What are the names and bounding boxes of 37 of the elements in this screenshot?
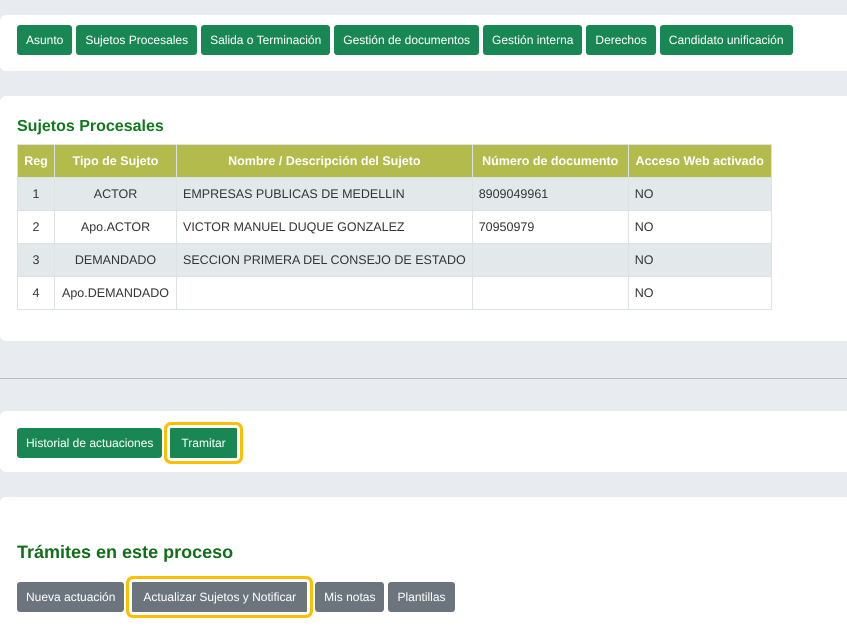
table-cell: 1 (32, 187, 40, 201)
table-cell: ACTOR (94, 187, 138, 201)
column-header: Reg (18, 144, 54, 178)
column-header: Tipo de Sujeto (54, 144, 176, 178)
tab-button[interactable]: Asunto (17, 25, 72, 55)
action-button[interactable]: Plantillas (388, 582, 455, 612)
section-title: Trámites en este proceso (17, 542, 234, 563)
action-button[interactable]: Tramitar (164, 422, 243, 464)
table-cell: DEMANDADO (74, 253, 156, 267)
tab-button[interactable]: Gestión interna (483, 25, 582, 55)
table-cell: 4 (32, 286, 40, 300)
section-title: Sujetos Procesales (17, 118, 165, 136)
table-cell: 2 (32, 220, 40, 234)
column-header: Número de documento (472, 144, 628, 178)
tab-button[interactable]: Gestión de documentos (334, 25, 480, 55)
tab-button[interactable]: Sujetos Procesales (76, 25, 198, 55)
table-cell: NO (634, 187, 654, 201)
action-button[interactable]: Actualizar Sujetos y Notificar (126, 576, 314, 618)
tab-button[interactable]: Candidato unificación (660, 25, 793, 55)
tab-button[interactable]: Salida o Terminación (201, 25, 330, 55)
table-cell: NO (634, 253, 654, 267)
tab-button[interactable]: Derechos (586, 25, 656, 55)
table-cell: Apo.DEMANDADO (62, 286, 169, 300)
column-header: Nombre / Descripción del Sujeto (176, 144, 472, 178)
action-button[interactable]: Nueva actuación (17, 582, 124, 612)
table-cell: Apo.ACTOR (80, 220, 150, 234)
action-button[interactable]: Historial de actuaciones (17, 428, 162, 458)
table-cell: NO (634, 286, 654, 300)
table-cell: NO (634, 220, 654, 234)
column-header: Acceso Web activado (628, 144, 772, 178)
table-cell: 8909049961 (478, 187, 548, 201)
table-cell: VICTOR MANUEL DUQUE GONZALEZ (183, 220, 405, 234)
table-cell: EMPRESAS PUBLICAS DE MEDELLIN (183, 187, 405, 201)
table-cell: 3 (32, 253, 40, 267)
table-cell: 70950979 (478, 220, 534, 234)
action-button[interactable]: Mis notas (315, 582, 384, 612)
table-cell: SECCION PRIMERA DEL CONSEJO DE ESTADO (183, 253, 466, 267)
